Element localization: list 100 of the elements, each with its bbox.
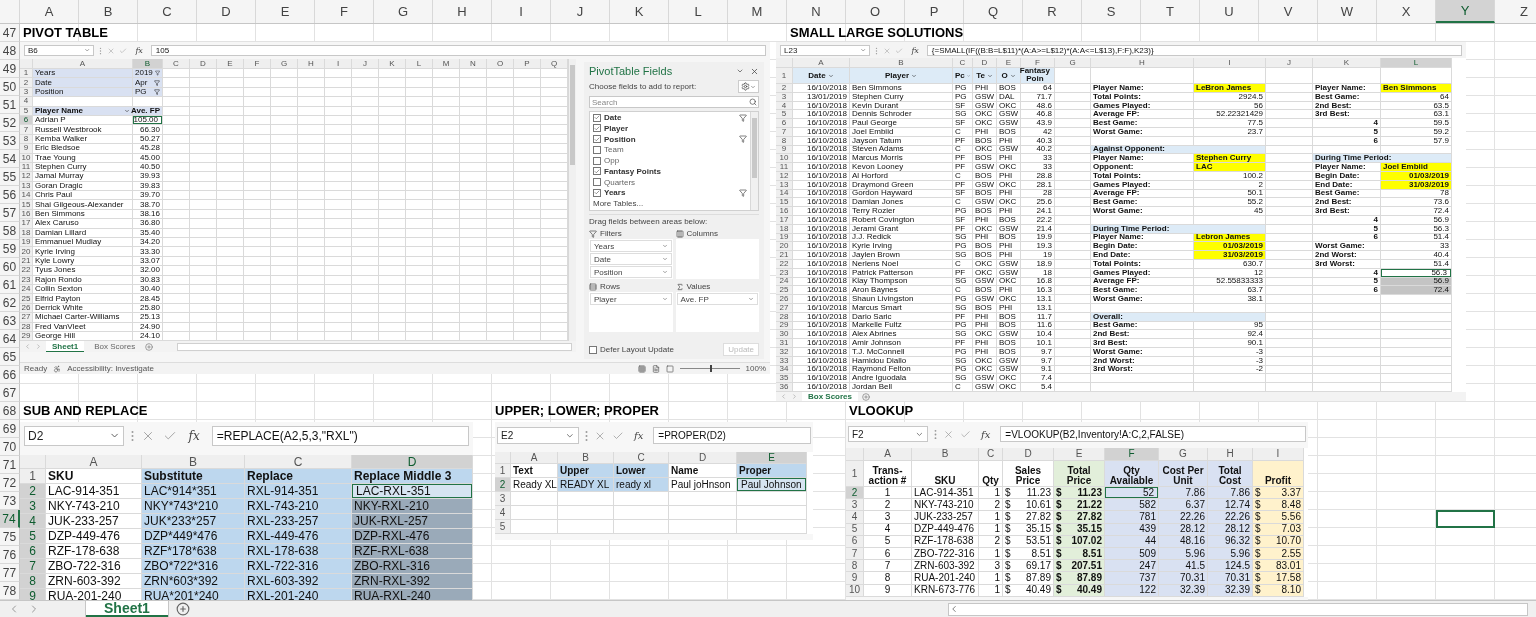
add-sheet-icon[interactable]: [145, 342, 154, 351]
column-filter-header[interactable]: Pc: [953, 68, 973, 84]
checkbox[interactable]: [593, 124, 601, 133]
row-number[interactable]: 3: [495, 492, 511, 506]
area-field-chip[interactable]: Years: [590, 240, 672, 252]
accessibility-status[interactable]: Accessibility: Investigate: [67, 364, 154, 373]
column-filter-header[interactable]: Player: [850, 68, 953, 84]
insert-function-button[interactable]: fx: [183, 429, 205, 443]
select-all-corner[interactable]: [495, 452, 511, 464]
checkbox[interactable]: [593, 188, 601, 197]
field-label[interactable]: Date: [604, 113, 622, 122]
row-number[interactable]: 28: [20, 322, 33, 332]
field-label[interactable]: Player: [604, 123, 629, 133]
formula-field[interactable]: =PROPER(D2): [653, 427, 811, 444]
column-header[interactable]: K: [1313, 58, 1381, 68]
select-all-corner[interactable]: [776, 58, 793, 68]
checkbox[interactable]: [593, 113, 601, 122]
row-number[interactable]: 17: [20, 219, 33, 229]
close-icon[interactable]: [750, 66, 759, 76]
row-number[interactable]: 7: [20, 125, 33, 135]
drop-area[interactable]: Years Date Position: [589, 239, 673, 279]
row-number[interactable]: 77: [0, 564, 20, 582]
row-number[interactable]: 15: [20, 200, 33, 210]
column-filter-header[interactable]: O: [997, 68, 1021, 84]
row-number[interactable]: 33: [776, 356, 793, 366]
column-header[interactable]: K: [379, 59, 406, 69]
row-number[interactable]: 5: [776, 110, 793, 120]
check-icon[interactable]: [119, 46, 128, 55]
area-field-chip[interactable]: Position: [590, 266, 672, 278]
column-header[interactable]: C: [979, 448, 1003, 461]
checkbox[interactable]: [593, 167, 601, 176]
row-number[interactable]: 56: [0, 186, 20, 204]
column-header[interactable]: E: [737, 452, 807, 464]
row-number[interactable]: 73: [0, 492, 20, 510]
row-number[interactable]: 52: [0, 114, 20, 132]
column-header[interactable]: E: [997, 58, 1021, 68]
drop-area[interactable]: Player: [589, 292, 673, 332]
column-header[interactable]: D: [352, 455, 473, 469]
page-break-icon[interactable]: [665, 364, 674, 373]
name-box[interactable]: D2: [24, 426, 124, 446]
row-number[interactable]: 68: [0, 402, 20, 420]
page-layout-icon[interactable]: [651, 364, 660, 373]
sheet-tab[interactable]: Box Scores: [88, 341, 142, 353]
row-number[interactable]: 2: [846, 487, 864, 500]
row-number[interactable]: 4: [495, 506, 511, 520]
row-number[interactable]: 2: [20, 78, 33, 88]
select-all-corner[interactable]: [846, 448, 864, 461]
row-number[interactable]: 27: [20, 313, 33, 323]
row-number[interactable]: 26: [776, 295, 793, 304]
next-sheet-icon[interactable]: [35, 343, 42, 351]
row-number[interactable]: 1: [495, 464, 511, 478]
row-number[interactable]: 71: [0, 456, 20, 474]
field-label[interactable]: Years: [604, 188, 626, 198]
row-number[interactable]: 27: [776, 303, 793, 313]
drop-area[interactable]: Ave. FP: [675, 292, 759, 332]
row-number[interactable]: 21: [776, 251, 793, 260]
column-header[interactable]: O: [487, 59, 514, 69]
row-number[interactable]: 2: [776, 84, 793, 93]
sheet-tab[interactable]: Sheet1: [46, 341, 85, 353]
name-box[interactable]: F2: [848, 426, 928, 442]
row-number[interactable]: 60: [0, 258, 20, 276]
add-sheet-icon[interactable]: [175, 602, 190, 616]
column-header[interactable]: B: [850, 58, 953, 68]
row-number[interactable]: 49: [0, 60, 20, 78]
formula-field[interactable]: 105: [150, 45, 766, 56]
field-label[interactable]: Quarters: [604, 177, 636, 187]
row-number[interactable]: 47: [0, 24, 20, 42]
column-header[interactable]: P: [514, 59, 541, 69]
drop-area[interactable]: [675, 239, 759, 279]
column-header[interactable]: Q: [541, 59, 568, 69]
column-header[interactable]: J: [1266, 58, 1313, 68]
check-icon[interactable]: [162, 429, 177, 443]
column-header[interactable]: I: [325, 59, 352, 69]
normal-view-icon[interactable]: [637, 364, 646, 373]
insert-function-button[interactable]: fx: [908, 46, 923, 55]
row-number[interactable]: 1: [20, 469, 46, 484]
field-label[interactable]: Position: [604, 134, 636, 144]
column-header[interactable]: F: [244, 59, 271, 69]
column-filter-header[interactable]: Fantasy Poin: [1021, 68, 1055, 84]
column-header[interactable]: A: [793, 58, 850, 68]
row-number[interactable]: 4: [20, 97, 33, 107]
row-number[interactable]: 67: [0, 384, 20, 402]
row-number[interactable]: 31: [776, 339, 793, 348]
row-number[interactable]: 28: [776, 312, 793, 322]
row-number[interactable]: 48: [0, 42, 20, 60]
formula-field[interactable]: {=SMALL(IF((B:B=L$11)*(A:A>=L$12)*(A:A<=L$13),F:F),K23)}: [926, 45, 1462, 56]
row-number[interactable]: 22: [20, 266, 33, 276]
area-field-chip[interactable]: Player: [590, 293, 672, 305]
column-header[interactable]: D: [1003, 448, 1054, 461]
row-number[interactable]: 16: [776, 207, 793, 216]
row-number[interactable]: 3: [846, 499, 864, 512]
field-label[interactable]: Opp: [604, 156, 620, 165]
column-header[interactable]: M: [433, 59, 460, 69]
checkbox[interactable]: [589, 345, 597, 354]
horizontal-scrollbar[interactable]: [177, 343, 572, 351]
search-field[interactable]: Search: [589, 96, 759, 108]
row-number[interactable]: 8: [846, 560, 864, 573]
row-number[interactable]: 20: [20, 247, 33, 257]
select-all-corner[interactable]: [20, 455, 46, 469]
settings-button[interactable]: [738, 80, 759, 93]
